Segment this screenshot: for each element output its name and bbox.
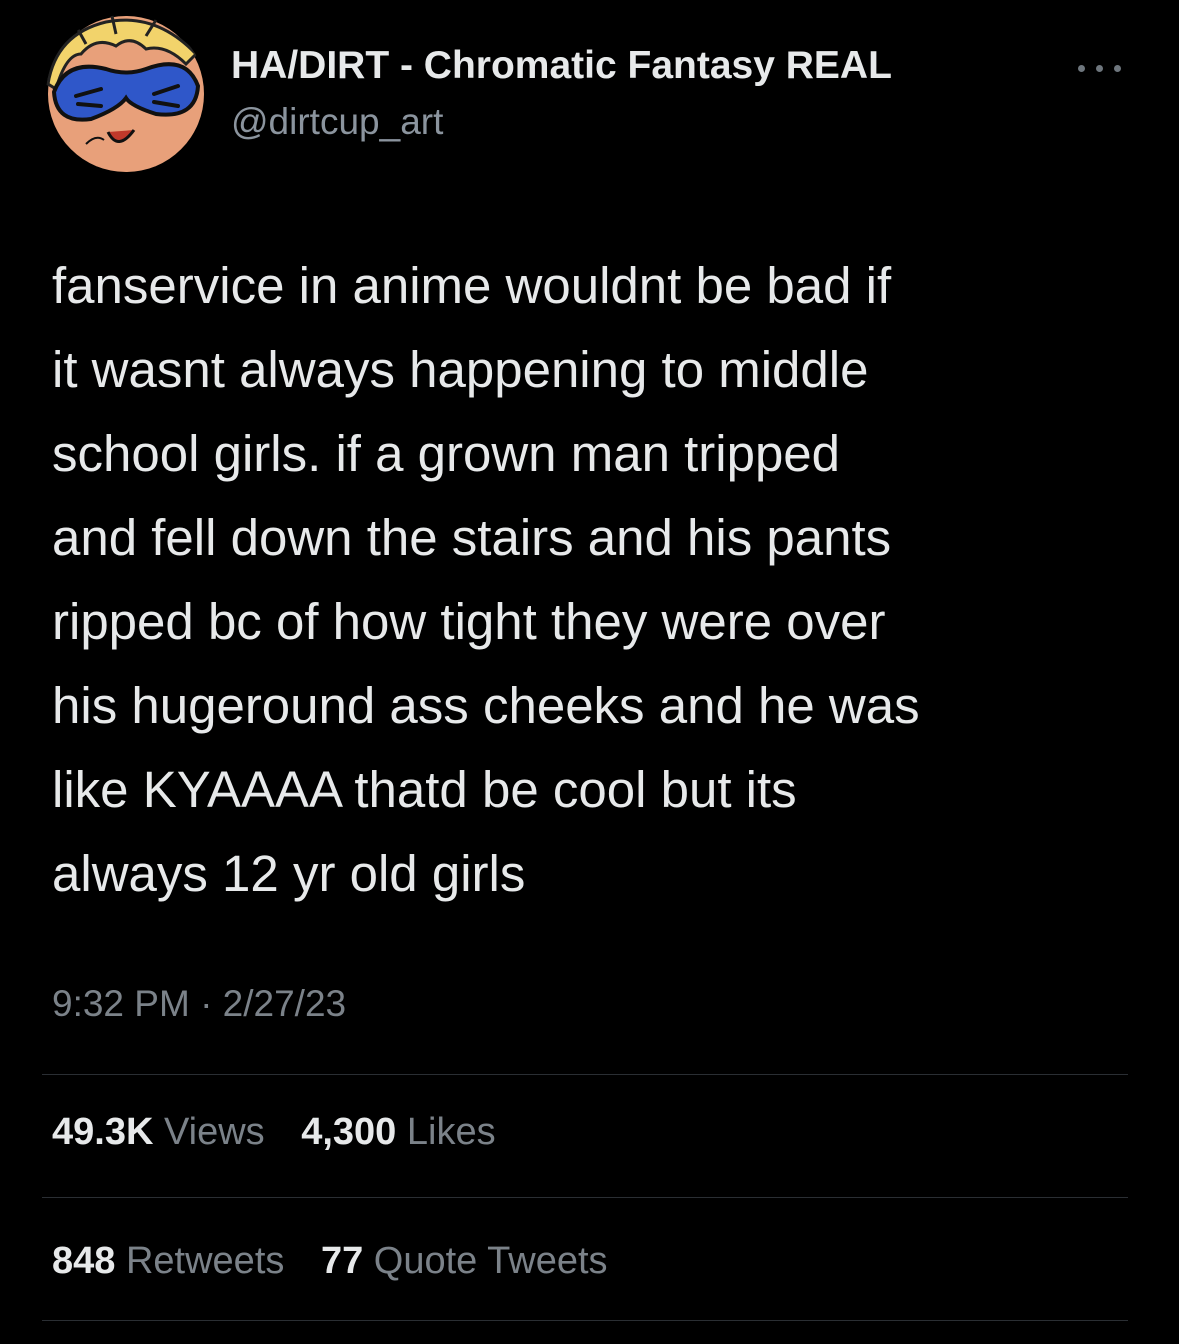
divider (42, 1074, 1128, 1075)
more-options-button[interactable] (1074, 58, 1126, 78)
more-horizontal-icon-dot (1096, 65, 1103, 72)
likes-label: Likes (406, 1111, 496, 1153)
retweets-label: Retweets (125, 1240, 285, 1282)
retweets-stat[interactable]: 848 Retweets (52, 1240, 284, 1283)
share-stats-row: 848 Retweets 77 Quote Tweets (52, 1240, 634, 1283)
views-stat[interactable]: 49.3K Views (52, 1111, 265, 1154)
quote-tweets-count: 77 (320, 1240, 364, 1282)
avatar[interactable] (46, 14, 206, 174)
tweet-timestamp[interactable]: 9:32 PM · 2/27/23 (52, 983, 346, 1025)
divider (42, 1197, 1128, 1198)
quote-tweets-stat[interactable]: 77 Quote Tweets (321, 1240, 608, 1283)
retweets-count: 848 (52, 1240, 116, 1282)
user-handle[interactable]: @dirtcup_art (231, 101, 443, 143)
views-count: 49.3K (52, 1111, 154, 1153)
likes-stat[interactable]: 4,300 Likes (301, 1111, 495, 1154)
display-name[interactable]: HA/DIRT - Chromatic Fantasy REAL (231, 44, 892, 88)
more-horizontal-icon (1078, 65, 1085, 72)
cartoon-face-avatar-icon (46, 14, 206, 174)
tweet-text: fanservice in anime wouldnt be bad if it… (52, 257, 920, 902)
views-label: Views (163, 1111, 265, 1153)
likes-count: 4,300 (301, 1111, 397, 1153)
tweet-detail: HA/DIRT - Chromatic Fantasy REAL @dirtcu… (0, 0, 1179, 1344)
more-horizontal-icon-dot (1114, 65, 1121, 72)
divider (42, 1320, 1128, 1321)
quote-tweets-label: Quote Tweets (373, 1240, 608, 1282)
engagement-stats-row: 49.3K Views 4,300 Likes (52, 1111, 522, 1154)
